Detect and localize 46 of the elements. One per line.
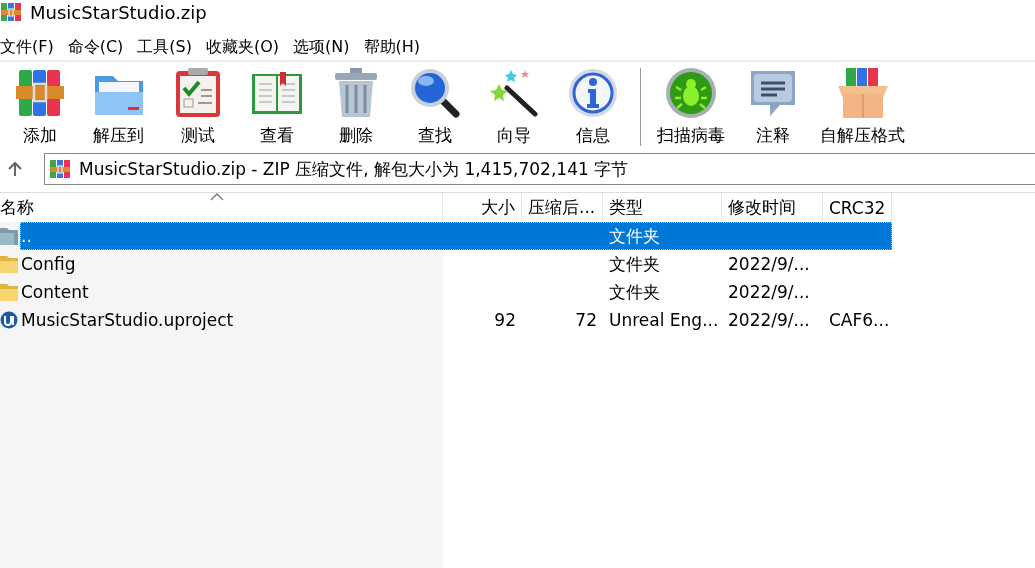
unreal-logo-icon xyxy=(0,309,18,331)
folder-icon xyxy=(0,253,18,275)
menu-item[interactable]: 收藏夹(O) xyxy=(206,36,280,58)
file-name: MusicStarStudio.uproject xyxy=(20,310,235,330)
toolbar-button[interactable]: 添加 xyxy=(0,66,79,147)
file-name: Content xyxy=(20,282,90,302)
archive-books-icon xyxy=(0,2,22,22)
menu-item[interactable]: 工具(S) xyxy=(137,36,192,58)
menu-item[interactable]: 帮助(H) xyxy=(363,36,421,58)
toolbar-button[interactable]: 信息 xyxy=(553,66,632,147)
toolbar-button[interactable]: 查看 xyxy=(237,66,316,147)
toolbar-button[interactable]: 自解压格式 xyxy=(812,66,913,147)
file-name: Config xyxy=(20,254,77,274)
file-row[interactable]: Content 文件夹 2022/9/... xyxy=(20,278,892,306)
toolbar-button[interactable]: 删除 xyxy=(316,66,395,147)
file-name: .. xyxy=(20,226,33,246)
toolbar-button[interactable]: 注释 xyxy=(733,66,812,147)
file-size: 92 xyxy=(493,310,517,330)
window-title: MusicStarStudio.zip xyxy=(30,1,207,23)
folder-up-icon xyxy=(0,225,18,247)
crc-value: CAF6... xyxy=(828,310,891,330)
modified-date: 2022/9/... xyxy=(727,254,811,274)
selected-row[interactable]: .. 文件夹 xyxy=(20,222,892,250)
menu-item[interactable]: 选项(N) xyxy=(293,36,350,58)
file-type: 文件夹 xyxy=(608,280,661,304)
toolbar-button[interactable]: 扫描病毒 xyxy=(649,66,733,147)
file-type: 文件夹 xyxy=(608,252,661,276)
toolbar-button[interactable]: 解压到 xyxy=(79,66,158,147)
packed-size: 72 xyxy=(574,310,598,330)
file-type: Unreal Eng... xyxy=(608,310,720,330)
toolbar-button[interactable]: 查找 xyxy=(395,66,474,147)
archive-box-icon xyxy=(835,66,890,120)
toolbar-button[interactable]: 向导 xyxy=(474,66,553,147)
bug-icon xyxy=(664,66,718,120)
archive-books-icon xyxy=(49,159,71,179)
menu-item[interactable]: 文件(F) xyxy=(0,36,54,58)
folder-icon xyxy=(0,281,18,303)
file-type: 文件夹 xyxy=(608,224,661,248)
address-field[interactable]: MusicStarStudio.zip - ZIP 压缩文件, 解包大小为 1,415,702,141 字节 xyxy=(44,153,1035,185)
up-arrow-icon[interactable] xyxy=(6,160,24,178)
menu-item[interactable]: 命令(C) xyxy=(67,36,124,58)
modified-date: 2022/9/... xyxy=(727,310,811,330)
toolbar-button[interactable]: 测试 xyxy=(158,66,237,147)
file-row[interactable]: Config 文件夹 2022/9/... xyxy=(20,250,892,278)
file-row[interactable]: MusicStarStudio.uproject 92 72 Unreal Eng... 2022/9/... CAF6... xyxy=(20,306,892,334)
modified-date: 2022/9/... xyxy=(727,282,811,302)
